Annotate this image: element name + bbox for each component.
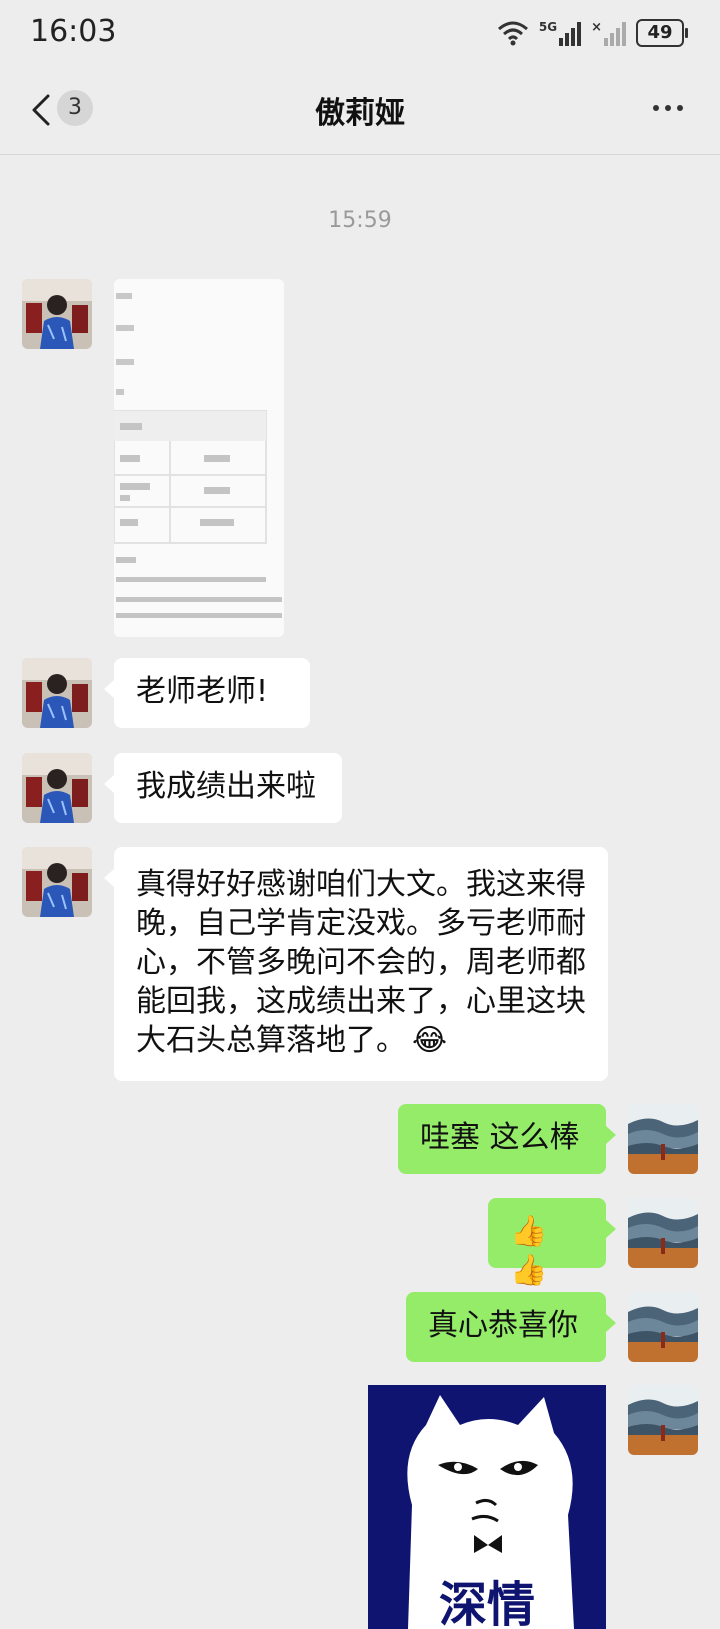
message-text-line: 能回我，这成绩出来了，心里这块	[136, 984, 586, 1019]
status-icons: 5G × 49	[497, 18, 688, 48]
incoming-message-bubble[interactable]: 真得好好感谢咱们大文。我这来得 晚，自己学肯定没戏。多亏老师耐 心，不管多晚问不…	[104, 847, 608, 1081]
my-avatar[interactable]	[628, 1292, 698, 1362]
outgoing-message-bubble[interactable]: 👍👍	[488, 1198, 616, 1288]
message-text: 我成绩出来啦	[136, 769, 316, 804]
message-text-line: 真得好好感谢咱们大文。我这来得	[136, 867, 586, 902]
message-text: 老师老师!	[136, 674, 269, 709]
incoming-message-bubble[interactable]: 我成绩出来啦	[104, 753, 342, 823]
outgoing-message-bubble[interactable]: 真心恭喜你	[406, 1292, 616, 1362]
status-bar: 16:03 5G × 49	[0, 0, 720, 66]
chat-title: 傲莉娅	[315, 96, 405, 131]
more-dot	[653, 105, 659, 111]
contact-avatar[interactable]	[22, 658, 92, 728]
more-options-button[interactable]	[648, 88, 688, 128]
battery-level: 49	[647, 22, 673, 43]
sticker-caption: 深情	[439, 1577, 535, 1629]
signal-5g-icon: 5G	[538, 20, 582, 46]
message-text: 真心恭喜你	[428, 1308, 578, 1343]
more-dot	[677, 105, 683, 111]
laughing-emoji-icon: 😂	[412, 1023, 448, 1058]
contact-avatar[interactable]	[22, 753, 92, 823]
status-time: 16:03	[30, 14, 117, 49]
contact-avatar[interactable]	[22, 847, 92, 917]
sticker-message[interactable]: 深情	[368, 1385, 606, 1629]
network-label: 5G	[538, 20, 558, 34]
wifi-icon	[497, 21, 528, 46]
my-avatar[interactable]	[628, 1198, 698, 1268]
contact-avatar[interactable]	[22, 279, 92, 349]
message-timestamp: 15:59	[328, 208, 392, 233]
more-dot	[665, 105, 671, 111]
message-text-line: 心，不管多晚问不会的，周老师都	[136, 945, 586, 980]
image-message[interactable]	[114, 279, 284, 637]
message-text-line: 大石头总算落地了。 😂	[136, 1023, 448, 1058]
chat-header: 3 傲莉娅	[0, 66, 720, 155]
battery-icon: 49	[636, 19, 688, 47]
message-text: 哇塞 这么棒	[420, 1120, 580, 1155]
my-avatar[interactable]	[628, 1385, 698, 1455]
signal-empty-icon: ×	[591, 20, 626, 46]
thumbs-up-emoji-icon: 👍👍	[510, 1214, 548, 1288]
outgoing-message-bubble[interactable]: 哇塞 这么棒	[398, 1104, 616, 1174]
my-avatar[interactable]	[628, 1104, 698, 1174]
incoming-message-bubble[interactable]: 老师老师!	[104, 658, 310, 728]
message-text-line: 晚，自己学肯定没戏。多亏老师耐	[136, 906, 586, 941]
